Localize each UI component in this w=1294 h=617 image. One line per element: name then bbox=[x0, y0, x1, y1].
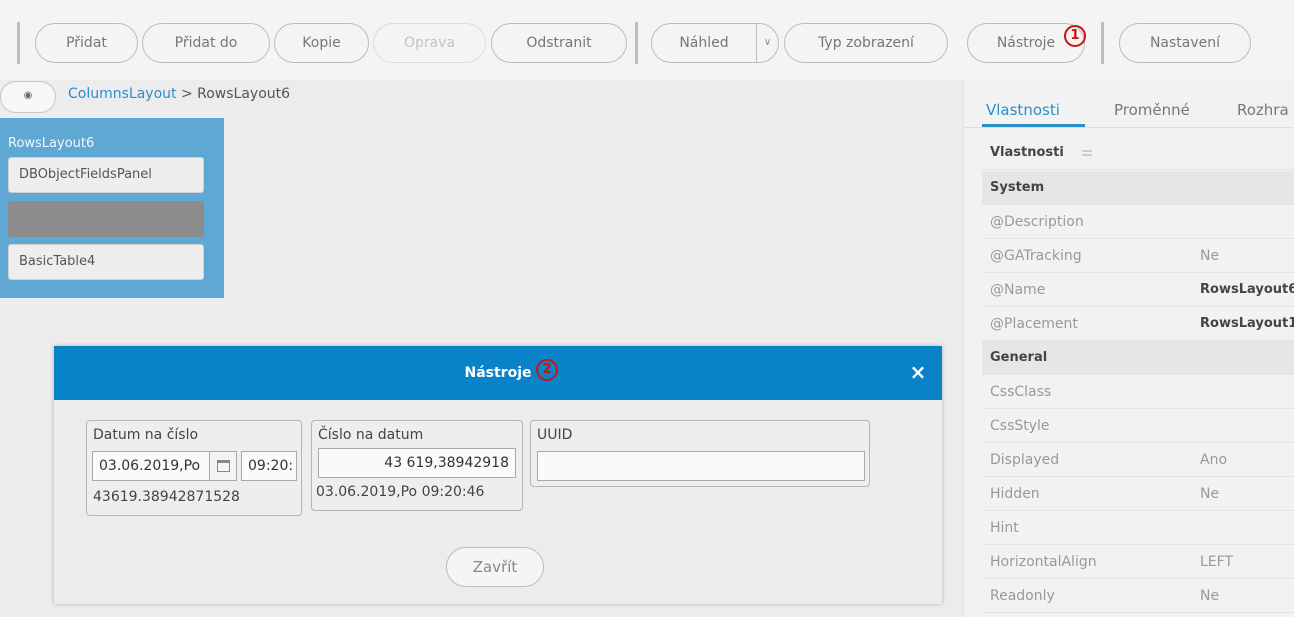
number-to-date-title: Číslo na datum bbox=[318, 427, 424, 443]
breadcrumb-separator: > bbox=[176, 86, 198, 102]
calendar-icon[interactable] bbox=[209, 451, 237, 481]
breadcrumb-link-columnslayout[interactable]: ColumnsLayout bbox=[68, 86, 177, 102]
prop-key: @Name bbox=[990, 282, 1046, 298]
toolbar-separator bbox=[17, 22, 20, 64]
prop-value: RowsLayout6 bbox=[1200, 282, 1294, 297]
preview-button-label[interactable]: Náhled bbox=[652, 24, 756, 62]
designer-item-basictable4[interactable]: BasicTable4 bbox=[8, 244, 204, 280]
prop-value: LEFT bbox=[1200, 554, 1234, 570]
settings-button[interactable]: Nastavení bbox=[1119, 23, 1251, 63]
breadcrumb-current: RowsLayout6 bbox=[197, 86, 291, 102]
close-button[interactable]: Zavřít bbox=[446, 547, 544, 587]
number-to-date-result: 03.06.2019,Po 09:20:46 bbox=[316, 484, 485, 500]
preview-split-button[interactable]: Náhled ∨ bbox=[651, 23, 779, 63]
eye-icon: ◉ bbox=[23, 90, 33, 101]
prop-key: HorizontalAlign bbox=[990, 554, 1097, 570]
prop-key: Hint bbox=[990, 520, 1019, 536]
time-input[interactable]: 09:20: bbox=[241, 451, 297, 481]
prop-value: Ano bbox=[1200, 452, 1228, 468]
prop-row-hidden[interactable]: Hidden Ne bbox=[982, 477, 1294, 511]
designer-item-dbobjectfieldspanel[interactable]: DBObjectFieldsPanel bbox=[8, 157, 204, 193]
prop-key: CssClass bbox=[990, 384, 1052, 400]
prop-value: Ne bbox=[1200, 248, 1220, 264]
add-button[interactable]: Přidat bbox=[35, 23, 138, 63]
properties-panel: Vlastnosti Proměnné Rozhra Vlastnosti Sy… bbox=[963, 80, 1294, 617]
toolbar-separator bbox=[1101, 22, 1104, 64]
collapse-icon[interactable] bbox=[1082, 150, 1092, 156]
toolbar: Přidat Přidat do Kopie Oprava Odstranit … bbox=[0, 0, 1294, 80]
designer-item-selected[interactable] bbox=[8, 201, 204, 237]
date-to-number-title: Datum na číslo bbox=[93, 427, 199, 443]
prop-row-gatracking[interactable]: @GATracking Ne bbox=[982, 239, 1294, 273]
group-general-label: General bbox=[990, 350, 1048, 365]
prop-row-cssclass[interactable]: CssClass bbox=[982, 375, 1294, 409]
dialog-title: Nástroje bbox=[464, 365, 532, 381]
prop-row-displayed[interactable]: Displayed Ano bbox=[982, 443, 1294, 477]
prop-row-horizontalalign[interactable]: HorizontalAlign LEFT bbox=[982, 545, 1294, 579]
properties-header-label: Vlastnosti bbox=[990, 145, 1064, 160]
date-input[interactable]: 03.06.2019,Po bbox=[92, 451, 215, 481]
prop-value: Ne bbox=[1200, 486, 1220, 502]
prop-key: Hidden bbox=[990, 486, 1040, 502]
prop-row-placement[interactable]: @Placement RowsLayout1 bbox=[982, 307, 1294, 341]
prop-row-description[interactable]: @Description bbox=[982, 205, 1294, 239]
prop-key: @Placement bbox=[990, 316, 1078, 332]
tab-vlastnosti[interactable]: Vlastnosti bbox=[986, 92, 1060, 128]
prop-row-readonly[interactable]: Readonly Ne bbox=[982, 579, 1294, 613]
tools-dialog: Nástroje 2 × Datum na číslo 03.06.2019,P… bbox=[54, 346, 942, 604]
date-to-number-group: Datum na číslo 03.06.2019,Po 09:20: 4361… bbox=[86, 420, 302, 516]
view-type-button[interactable]: Typ zobrazení bbox=[784, 23, 948, 63]
group-system[interactable]: System bbox=[982, 171, 1294, 205]
edit-button[interactable]: Oprava bbox=[373, 23, 486, 63]
group-general[interactable]: General bbox=[982, 341, 1294, 375]
uuid-group: UUID bbox=[530, 420, 870, 487]
prop-key: Displayed bbox=[990, 452, 1060, 468]
properties-header: Vlastnosti bbox=[982, 136, 1294, 170]
chevron-down-icon[interactable]: ∨ bbox=[756, 24, 778, 62]
tab-divider bbox=[964, 127, 1294, 128]
eye-toggle-button[interactable]: ◉ bbox=[0, 81, 56, 113]
breadcrumb: ColumnsLayout > RowsLayout6 bbox=[68, 86, 290, 102]
number-to-date-group: Číslo na datum 43 619,38942918 03.06.201… bbox=[311, 420, 523, 511]
prop-row-hint[interactable]: Hint bbox=[982, 511, 1294, 545]
number-input[interactable]: 43 619,38942918 bbox=[318, 448, 516, 478]
annotation-marker-1: 1 bbox=[1064, 25, 1086, 47]
date-to-number-result: 43619.38942871528 bbox=[93, 489, 240, 505]
prop-row-name[interactable]: @Name RowsLayout6 bbox=[982, 273, 1294, 307]
designer-title: RowsLayout6 bbox=[8, 136, 95, 151]
uuid-title: UUID bbox=[537, 427, 573, 443]
add-to-button[interactable]: Přidat do bbox=[142, 23, 270, 63]
prop-key: @Description bbox=[990, 214, 1084, 230]
layout-designer-panel[interactable]: RowsLayout6 DBObjectFieldsPanel BasicTab… bbox=[0, 118, 224, 298]
tab-rozhrani[interactable]: Rozhra bbox=[1237, 92, 1289, 128]
annotation-marker-2: 2 bbox=[536, 359, 558, 381]
prop-value: Ne bbox=[1200, 588, 1220, 604]
dialog-header: Nástroje 2 × bbox=[54, 346, 942, 400]
prop-key: @GATracking bbox=[990, 248, 1082, 264]
uuid-field[interactable] bbox=[537, 451, 865, 481]
toolbar-separator bbox=[635, 22, 638, 64]
tab-promenne[interactable]: Proměnné bbox=[1114, 92, 1190, 128]
prop-key: Readonly bbox=[990, 588, 1055, 604]
prop-key: CssStyle bbox=[990, 418, 1050, 434]
close-icon[interactable]: × bbox=[906, 358, 930, 386]
prop-row-cssstyle[interactable]: CssStyle bbox=[982, 409, 1294, 443]
prop-value: RowsLayout1 bbox=[1200, 316, 1294, 331]
delete-button[interactable]: Odstranit bbox=[491, 23, 627, 63]
group-system-label: System bbox=[990, 180, 1045, 195]
copy-button[interactable]: Kopie bbox=[274, 23, 369, 63]
